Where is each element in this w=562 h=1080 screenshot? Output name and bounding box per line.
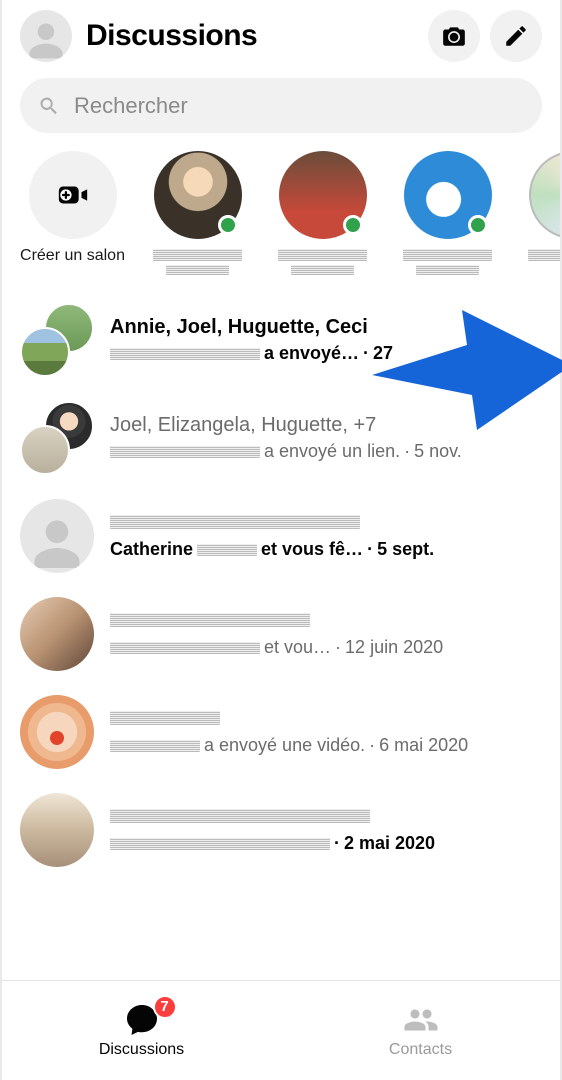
preview-prefix: Catherine: [110, 539, 193, 560]
search-row: Rechercher: [2, 68, 560, 137]
conversation-body: · 2 mai 2020: [110, 806, 542, 854]
people-icon: [403, 1002, 439, 1038]
redacted-text: [197, 544, 257, 556]
messenger-app: Discussions Rechercher Créer un salo: [0, 0, 562, 1080]
conversation-title: [110, 806, 542, 829]
redacted-text: [110, 348, 260, 360]
preview-date: 5 sept.: [377, 539, 434, 560]
conversation-title: [110, 708, 542, 731]
redacted-text: [110, 809, 370, 823]
avatar: [20, 597, 94, 671]
conversation-body: Joel, Elizangela, Huguette, +7 a envoyé …: [110, 414, 542, 462]
story-name-redacted: [403, 249, 492, 261]
preview-date: 12 juin 2020: [345, 637, 443, 658]
create-room-button[interactable]: Créer un salon: [20, 151, 125, 275]
conversation-body: Annie, Joel, Huguette, Ceci a envoyé… · …: [110, 316, 542, 364]
conversation-row[interactable]: a envoyé une vidéo. · 6 mai 2020: [2, 683, 560, 781]
bottom-tabs: 7 Discussions Contacts: [2, 980, 560, 1080]
preview-date: 2 mai 2020: [344, 833, 435, 854]
story-item-2[interactable]: [270, 151, 375, 275]
story-item-4[interactable]: [520, 151, 560, 275]
tab-discussions-label: Discussions: [99, 1041, 184, 1059]
preview-text: et vous fê…: [261, 539, 363, 560]
conversation-preview: a envoyé un lien. · 5 nov.: [110, 441, 542, 462]
conversation-list[interactable]: Annie, Joel, Huguette, Ceci a envoyé… · …: [2, 291, 560, 980]
conversation-preview: a envoyé une vidéo. · 6 mai 2020: [110, 735, 542, 756]
story-name-redacted: [291, 265, 354, 275]
stories-row[interactable]: Créer un salon: [2, 137, 560, 275]
story-avatar: [279, 151, 367, 239]
conversation-row[interactable]: · 2 mai 2020: [2, 781, 560, 879]
redacted-text: [110, 515, 360, 529]
story-avatar: [529, 151, 561, 239]
story-name-redacted: [153, 249, 242, 261]
online-status-icon: [218, 215, 238, 235]
story-name-redacted: [278, 249, 367, 261]
conversation-row[interactable]: Annie, Joel, Huguette, Ceci a envoyé… · …: [2, 291, 560, 389]
redacted-text: [110, 740, 200, 752]
preview-date: 6 mai 2020: [379, 735, 468, 756]
person-icon: [27, 513, 87, 573]
avatar: [20, 793, 94, 867]
conversation-preview: et vou… · 12 juin 2020: [110, 637, 542, 658]
profile-avatar[interactable]: [20, 10, 72, 62]
redacted-text: [110, 613, 310, 627]
header: Discussions: [2, 0, 560, 68]
preview-text: a envoyé…: [264, 343, 359, 364]
tab-discussions[interactable]: 7 Discussions: [2, 981, 281, 1080]
conversation-row[interactable]: Joel, Elizangela, Huguette, +7 a envoyé …: [2, 389, 560, 487]
conversation-title: [110, 512, 542, 535]
video-plus-icon: [56, 178, 90, 212]
online-status-icon: [343, 215, 363, 235]
preview-text: et vou…: [264, 637, 331, 658]
online-status-icon: [468, 215, 488, 235]
avatar: [20, 695, 94, 769]
conversation-preview: · 2 mai 2020: [110, 833, 542, 854]
redacted-text: [110, 446, 260, 458]
camera-icon: [441, 23, 467, 49]
compose-button[interactable]: [490, 10, 542, 62]
story-name-redacted: [528, 249, 560, 261]
conversation-preview: a envoyé… · 27: [110, 343, 542, 364]
pencil-icon: [503, 23, 529, 49]
unread-badge: 7: [153, 995, 177, 1019]
story-avatar: [404, 151, 492, 239]
search-input[interactable]: Rechercher: [20, 78, 542, 133]
tab-contacts[interactable]: Contacts: [281, 981, 560, 1080]
create-room-avatar: [29, 151, 117, 239]
story-name-redacted: [416, 265, 479, 275]
conversation-body: et vou… · 12 juin 2020: [110, 610, 542, 658]
page-title: Discussions: [86, 19, 418, 53]
preview-date: 5 nov.: [414, 441, 462, 462]
create-room-label: Créer un salon: [20, 247, 125, 265]
story-item-1[interactable]: [145, 151, 250, 275]
redacted-text: [110, 711, 220, 725]
conversation-title: Annie, Joel, Huguette, Ceci: [110, 316, 542, 339]
preview-text: a envoyé un lien.: [264, 441, 400, 462]
preview-text: a envoyé une vidéo.: [204, 735, 365, 756]
group-avatar: [20, 303, 94, 377]
tab-contacts-label: Contacts: [389, 1041, 452, 1059]
group-avatar: [20, 401, 94, 475]
story-item-3[interactable]: [395, 151, 500, 275]
preview-date: 27: [373, 343, 393, 364]
redacted-text: [110, 838, 330, 850]
story-avatar: [154, 151, 242, 239]
avatar: [20, 499, 94, 573]
redacted-text: [110, 642, 260, 654]
conversation-row[interactable]: Catherine et vous fê… · 5 sept.: [2, 487, 560, 585]
conversation-preview: Catherine et vous fê… · 5 sept.: [110, 539, 542, 560]
story-name-redacted: [166, 265, 229, 275]
camera-button[interactable]: [428, 10, 480, 62]
search-icon: [38, 95, 60, 117]
conversation-body: Catherine et vous fê… · 5 sept.: [110, 512, 542, 560]
conversation-title: [110, 610, 542, 633]
conversation-body: a envoyé une vidéo. · 6 mai 2020: [110, 708, 542, 756]
person-icon: [24, 18, 68, 62]
conversation-title: Joel, Elizangela, Huguette, +7: [110, 414, 542, 437]
conversation-row[interactable]: et vou… · 12 juin 2020: [2, 585, 560, 683]
search-placeholder: Rechercher: [74, 93, 188, 119]
